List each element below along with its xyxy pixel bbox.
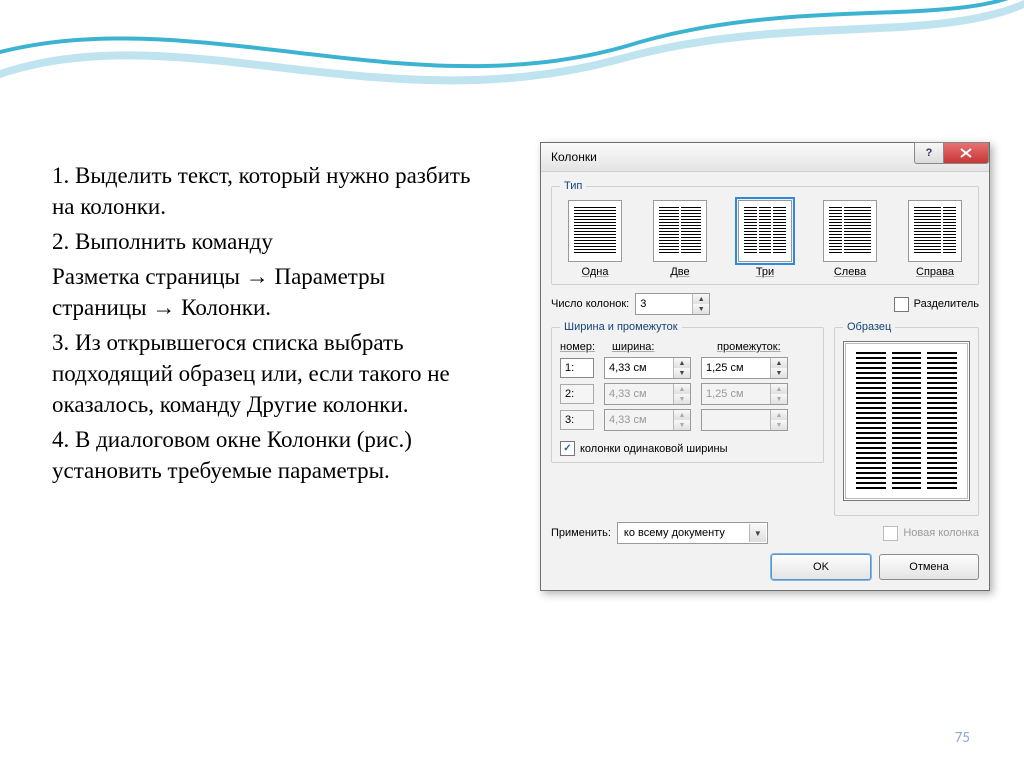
help-icon: ?	[926, 147, 933, 159]
wg-row: 3: ▲▼ ▲▼	[560, 409, 815, 431]
equal-width-checkbox[interactable]: ✓ колонки одинаковой ширины	[560, 441, 728, 456]
width-spinner: ▲▼	[604, 409, 691, 431]
spinner-down-icon[interactable]: ▼	[771, 368, 787, 378]
preview-group: Образец	[834, 321, 979, 516]
new-column-checkbox: Новая колонка	[883, 526, 979, 541]
type-option-left[interactable]: Слева	[815, 200, 885, 278]
decorative-wave	[0, 0, 1024, 120]
type-label: Одна	[560, 266, 630, 278]
cancel-button[interactable]: Отмена	[879, 554, 979, 580]
separator-label: Разделитель	[914, 298, 979, 310]
type-group: Тип Одна Две Три Слева	[551, 180, 979, 285]
preview-group-label: Образец	[843, 321, 895, 333]
width-input	[605, 410, 673, 430]
spinner-up-icon: ▲	[771, 410, 787, 420]
width-input	[605, 384, 673, 404]
apply-value: ко всему документу	[624, 527, 725, 539]
instruction-line: 2. Выполнить команду	[52, 226, 482, 257]
wg-row: 2: ▲▼ ▲▼	[560, 383, 815, 405]
dialog-title: Колонки	[551, 150, 597, 164]
row-number: 2:	[560, 384, 594, 404]
gap-input[interactable]	[702, 358, 770, 378]
close-button[interactable]	[943, 142, 989, 164]
type-label: Слева	[815, 266, 885, 278]
spinner-down-icon: ▼	[674, 394, 690, 404]
spinner-up-icon: ▲	[771, 384, 787, 394]
spinner-down-icon[interactable]: ▼	[674, 368, 690, 378]
type-option-two[interactable]: Две	[645, 200, 715, 278]
instruction-line: 4. В диалоговом окне Колонки (рис.) уста…	[52, 424, 482, 486]
preview-pane	[843, 341, 970, 501]
chevron-down-icon: ▼	[749, 524, 766, 542]
apply-label: Применить:	[551, 527, 611, 539]
dialog-titlebar: Колонки ?	[541, 143, 989, 172]
gap-spinner: ▲▼	[701, 383, 788, 405]
spinner-down-icon: ▼	[771, 394, 787, 404]
col-header-gap: промежуток:	[717, 341, 781, 353]
spinner-down-icon: ▼	[771, 420, 787, 430]
gap-spinner: ▲▼	[701, 409, 788, 431]
instruction-line: 1. Выделить текст, который нужно разбить…	[52, 160, 482, 222]
type-option-one[interactable]: Одна	[560, 200, 630, 278]
type-label: Три	[730, 266, 800, 278]
instruction-line: Разметка страницы → Параметры страницы →…	[52, 261, 482, 323]
spinner-down-icon[interactable]: ▼	[693, 304, 709, 314]
spinner-up-icon: ▲	[674, 384, 690, 394]
width-spinner: ▲▼	[604, 383, 691, 405]
page-number: 75	[955, 729, 970, 747]
checkbox-box-icon	[894, 297, 909, 312]
instruction-text: 1. Выделить текст, который нужно разбить…	[52, 160, 482, 490]
checkbox-box-icon	[883, 526, 898, 541]
type-label: Справа	[900, 266, 970, 278]
apply-select[interactable]: ко всему документу ▼	[617, 522, 768, 544]
instruction-line: 3. Из открывшегося списка выбрать подход…	[52, 327, 482, 420]
ok-button[interactable]: OK	[771, 554, 871, 580]
type-option-right[interactable]: Справа	[900, 200, 970, 278]
spinner-up-icon: ▲	[674, 410, 690, 420]
type-label: Две	[645, 266, 715, 278]
column-count-spinner[interactable]: ▲ ▼	[635, 293, 710, 315]
type-group-label: Тип	[560, 180, 586, 192]
close-icon	[959, 148, 973, 158]
width-gap-group: Ширина и промежуток номер: ширина: проме…	[551, 321, 824, 463]
ok-label: OK	[813, 561, 829, 573]
gap-spinner[interactable]: ▲▼	[701, 357, 788, 379]
width-input[interactable]	[605, 358, 673, 378]
column-count-label: Число колонок:	[551, 298, 629, 310]
columns-dialog: Колонки ? Тип Одна Две	[540, 142, 990, 591]
column-count-input[interactable]	[636, 294, 692, 314]
col-header-number: номер:	[560, 341, 602, 353]
new-column-label: Новая колонка	[903, 527, 979, 539]
type-option-three[interactable]: Три	[730, 200, 800, 278]
checkbox-box-icon: ✓	[560, 441, 575, 456]
row-number: 3:	[560, 410, 594, 430]
wg-row: 1: ▲▼ ▲▼	[560, 357, 815, 379]
width-spinner[interactable]: ▲▼	[604, 357, 691, 379]
spinner-up-icon[interactable]: ▲	[771, 358, 787, 368]
help-button[interactable]: ?	[914, 142, 943, 164]
col-header-width: ширина:	[612, 341, 707, 353]
width-gap-group-label: Ширина и промежуток	[560, 321, 682, 333]
spinner-up-icon[interactable]: ▲	[674, 358, 690, 368]
spinner-down-icon: ▼	[674, 420, 690, 430]
gap-input	[702, 384, 770, 404]
separator-checkbox[interactable]: Разделитель	[894, 297, 979, 312]
cancel-label: Отмена	[909, 561, 948, 573]
row-number: 1:	[560, 358, 594, 378]
equal-width-label: колонки одинаковой ширины	[580, 443, 728, 455]
spinner-up-icon[interactable]: ▲	[693, 294, 709, 304]
gap-input	[702, 410, 770, 430]
